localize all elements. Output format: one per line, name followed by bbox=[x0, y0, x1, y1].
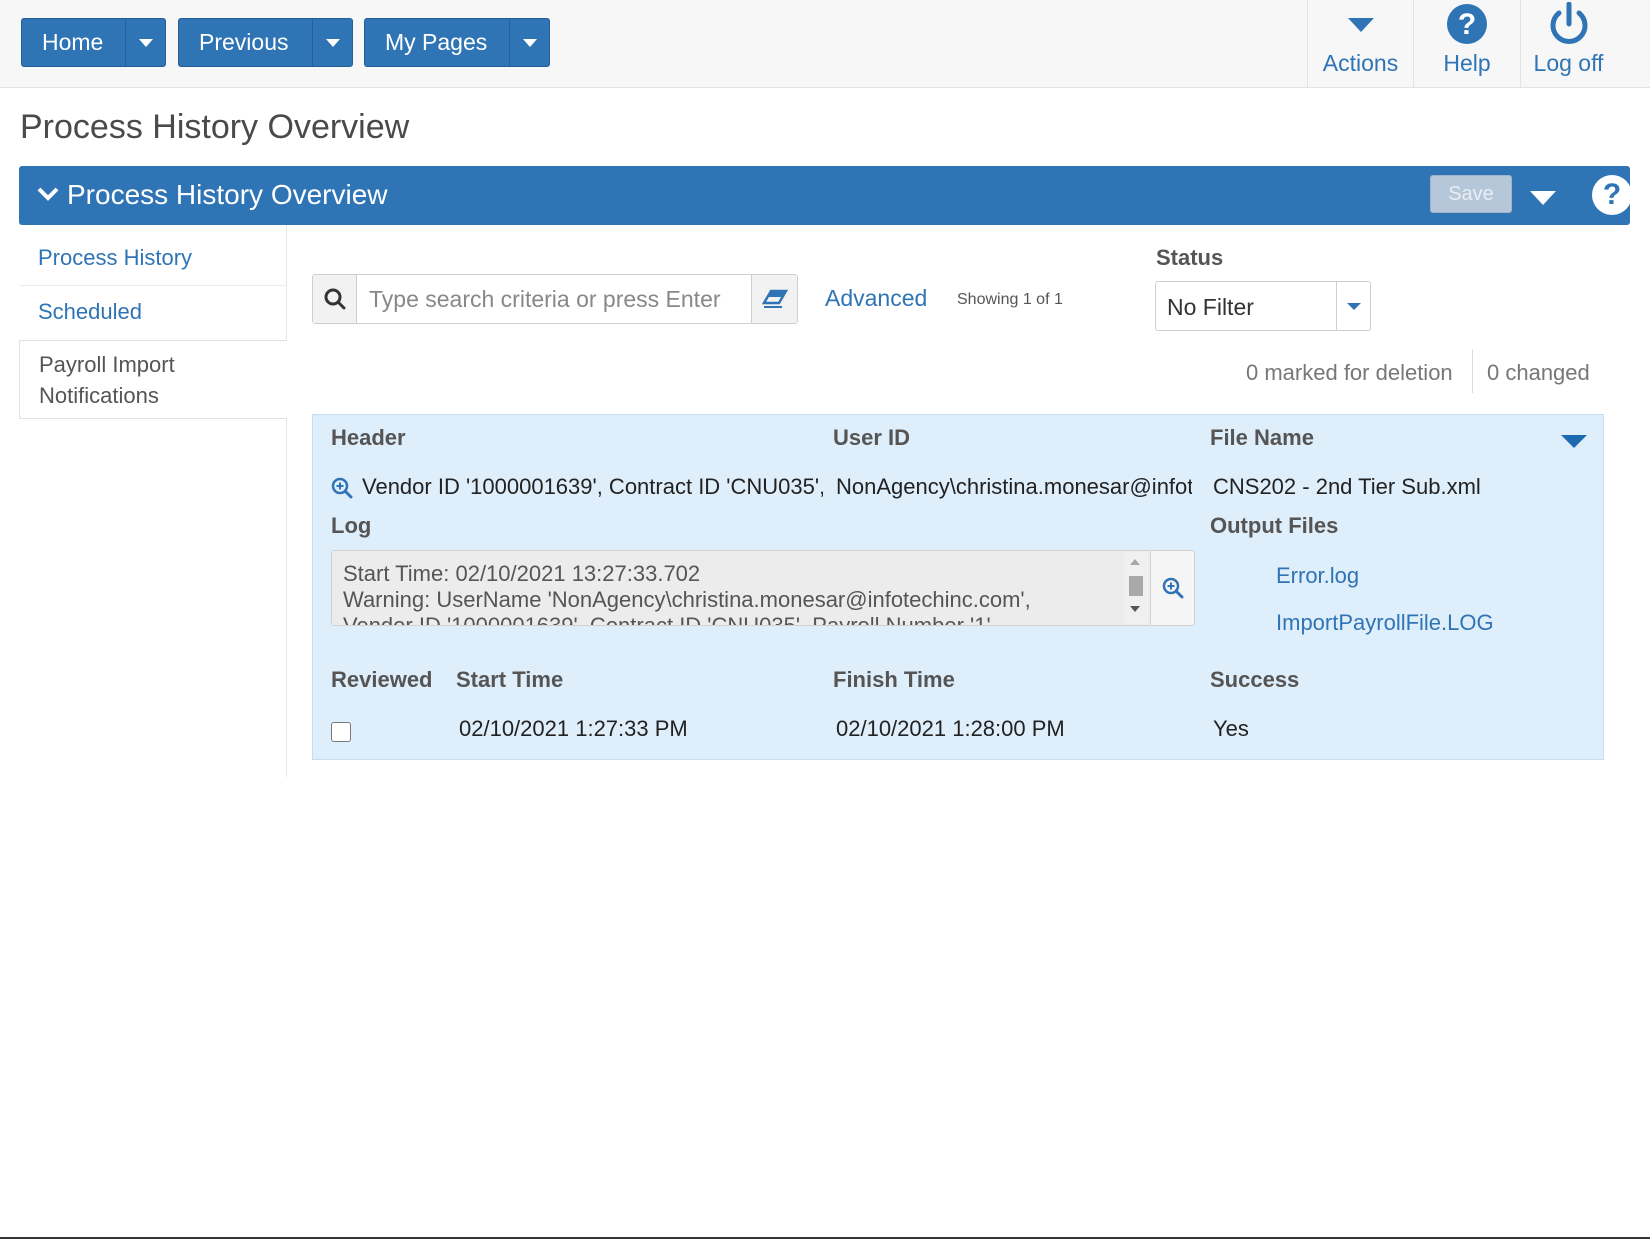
status-label: Status bbox=[1156, 245, 1224, 270]
record-options-dropdown-icon[interactable] bbox=[1561, 435, 1587, 448]
divider bbox=[1472, 349, 1473, 393]
power-icon bbox=[1547, 0, 1591, 48]
output-file-link-error-log[interactable]: Error.log bbox=[1276, 563, 1359, 589]
log-label: Log bbox=[331, 513, 372, 538]
log-text: Start Time: 02/10/2021 13:27:33.702 Warn… bbox=[343, 561, 1031, 625]
search-input[interactable] bbox=[357, 275, 751, 323]
sidebar-divider bbox=[19, 285, 287, 286]
zoom-in-icon[interactable] bbox=[331, 477, 353, 504]
previous-button-group: Previous bbox=[178, 18, 353, 67]
header-label: Header bbox=[331, 425, 406, 450]
search-icon[interactable] bbox=[313, 275, 357, 323]
logoff-label: Log off bbox=[1533, 50, 1604, 76]
help-label: Help bbox=[1443, 50, 1491, 76]
scroll-down-arrow-icon[interactable] bbox=[1130, 606, 1140, 612]
help-menu[interactable]: ? Help bbox=[1413, 0, 1520, 88]
my-pages-dropdown-button[interactable] bbox=[509, 19, 549, 66]
section-title[interactable]: Process History Overview bbox=[67, 179, 388, 211]
logoff-menu[interactable]: Log off bbox=[1520, 0, 1616, 88]
success-label: Success bbox=[1210, 667, 1300, 692]
chevron-down-icon[interactable] bbox=[1336, 282, 1370, 330]
user-id-label: User ID bbox=[833, 425, 911, 450]
home-button-group: Home bbox=[21, 18, 166, 67]
chevron-down-icon bbox=[325, 38, 340, 47]
home-dropdown-button[interactable] bbox=[125, 19, 165, 66]
scroll-up-arrow-icon[interactable] bbox=[1130, 559, 1140, 565]
section-header: Process History Overview Save ? bbox=[19, 166, 1632, 225]
log-textarea[interactable]: Start Time: 02/10/2021 13:27:33.702 Warn… bbox=[331, 550, 1151, 626]
advanced-search-link[interactable]: Advanced bbox=[825, 285, 927, 312]
finish-time-label: Finish Time bbox=[833, 667, 955, 692]
reviewed-checkbox[interactable] bbox=[331, 722, 351, 742]
my-pages-button-group: My Pages bbox=[364, 18, 550, 67]
user-id-value: NonAgency\christina.monesar@infotechinc.… bbox=[836, 474, 1192, 499]
caret-down-icon bbox=[1346, 0, 1376, 48]
record-count: Showing 1 of 1 bbox=[957, 291, 1063, 308]
success-value: Yes bbox=[1213, 716, 1249, 741]
collapse-chevron-icon[interactable] bbox=[37, 186, 59, 207]
scroll-thumb[interactable] bbox=[1129, 576, 1143, 596]
changed-count: 0 changed bbox=[1487, 360, 1590, 385]
help-circle-icon: ? bbox=[1446, 0, 1488, 48]
save-button[interactable]: Save bbox=[1430, 175, 1512, 213]
section-help-icon[interactable]: ? bbox=[1592, 175, 1632, 215]
marked-for-deletion-count: 0 marked for deletion bbox=[1246, 360, 1453, 385]
log-scrollbar[interactable] bbox=[1124, 551, 1148, 625]
status-select-value: No Filter bbox=[1167, 294, 1254, 320]
svg-text:?: ? bbox=[1458, 8, 1476, 41]
status-select[interactable]: No Filter bbox=[1155, 281, 1371, 331]
top-navigation-bar: Home Previous My Pages Actions ? Help Lo… bbox=[0, 0, 1650, 88]
chevron-down-icon bbox=[522, 38, 537, 47]
actions-menu[interactable]: Actions bbox=[1307, 0, 1413, 88]
finish-time-value: 02/10/2021 1:28:00 PM bbox=[836, 716, 1065, 741]
log-zoom-button[interactable] bbox=[1151, 550, 1195, 626]
start-time-label: Start Time bbox=[456, 667, 564, 692]
reviewed-label: Reviewed bbox=[331, 667, 433, 692]
search-box bbox=[312, 274, 798, 324]
actions-label: Actions bbox=[1322, 50, 1399, 76]
chevron-down-icon bbox=[138, 38, 153, 47]
zoom-in-icon bbox=[1162, 577, 1183, 599]
sidebar-item-scheduled[interactable]: Scheduled bbox=[19, 299, 287, 325]
sidebar-item-process-history[interactable]: Process History bbox=[19, 245, 287, 271]
previous-dropdown-button[interactable] bbox=[312, 19, 352, 66]
section-options-dropdown-icon[interactable] bbox=[1529, 190, 1557, 211]
home-button[interactable]: Home bbox=[22, 19, 125, 66]
my-pages-button[interactable]: My Pages bbox=[365, 19, 509, 66]
start-time-value: 02/10/2021 1:27:33 PM bbox=[459, 716, 688, 741]
header-value: Vendor ID '1000001639', Contract ID 'CNU… bbox=[362, 474, 823, 499]
output-file-link-import-payroll-log[interactable]: ImportPayrollFile.LOG bbox=[1276, 610, 1494, 636]
sidebar-item-payroll-import-notifications[interactable]: Payroll Import Notifications bbox=[19, 340, 287, 419]
output-files-label: Output Files bbox=[1210, 513, 1339, 538]
page-title: Process History Overview bbox=[20, 108, 410, 146]
file-name-value: CNS202 - 2nd Tier Sub.xml bbox=[1213, 474, 1481, 499]
previous-button[interactable]: Previous bbox=[179, 19, 312, 66]
eraser-icon[interactable] bbox=[751, 275, 797, 323]
sidebar: Process History Scheduled Payroll Import… bbox=[19, 225, 287, 777]
file-name-label: File Name bbox=[1210, 425, 1314, 450]
record-card: Header User ID File Name Vendor ID '1000… bbox=[312, 414, 1604, 760]
